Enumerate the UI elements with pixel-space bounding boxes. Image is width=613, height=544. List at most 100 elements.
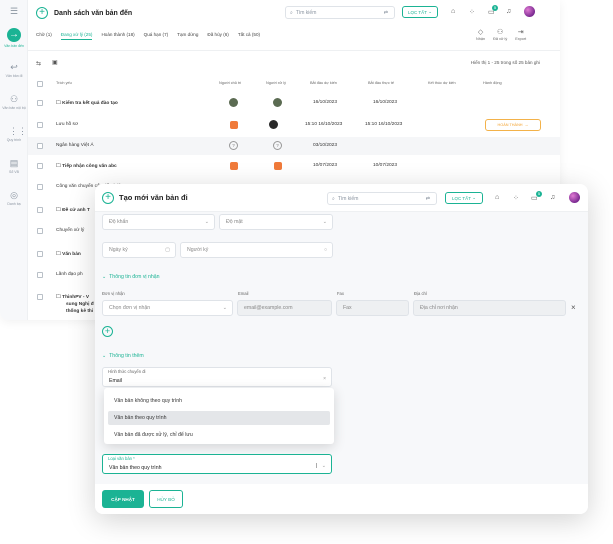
apps-icon[interactable]: ⁘ [469,8,475,16]
doc-type-select[interactable]: Loại văn bản * Văn bản theo quy trình | … [102,454,332,474]
sidebar: ☰ → Văn bản đến ↩ Văn bản đi ⚇ Văn bản nội … [0,0,28,320]
org-icon: ⚇ [9,94,19,104]
column-header: Hành động [483,81,502,85]
bell-icon[interactable]: ♫ [506,8,511,15]
table-row[interactable]: Ngân hàng Việt Á ? ? 03/10/2023 [28,137,560,155]
clear-icon: ⇄ [383,9,388,16]
row-checkbox[interactable] [37,294,43,300]
fax-label: Fax [337,291,344,296]
tab-done[interactable]: Hoàn thành (18) [101,32,134,40]
search-input[interactable]: ⌕ Tìm kiếm ⇄ [327,192,437,205]
home-icon[interactable]: ⌂ [451,8,455,15]
search-input[interactable]: ⌕ Tìm kiếm ⇄ [285,6,395,19]
search-icon: ⌕ [332,195,335,202]
table-row[interactable]: 🗀 Kiểm tra kết quả đào tạo 16/10/2023 16… [28,94,560,112]
column-header: Người xử lý [266,81,287,85]
home-icon[interactable]: ⌂ [495,194,499,201]
book-icon: ▤ [9,158,19,168]
row-checkbox[interactable] [37,228,43,234]
chevron-down-icon: ⌄ [222,305,227,311]
section-receiver-toggle[interactable]: ⌄ Thông tin đơn vị nhận [102,274,160,280]
update-button[interactable]: CẬP NHẬT [102,490,144,508]
export-button[interactable]: ⇥ Export [515,29,526,41]
columns-icon[interactable]: ▣ [52,59,58,66]
sidebar-item-internal[interactable]: ⚇ Văn bản nội bộ [0,94,28,110]
start-actual: 15:10 16/10/2023 [365,122,403,127]
remove-row-icon[interactable]: × [571,303,576,312]
start-actual: 10/07/2023 [373,163,398,168]
add-button[interactable]: + [36,7,48,19]
bell-icon[interactable]: ♫ [550,194,555,201]
fax-field[interactable]: Fax [336,300,409,316]
apps-icon[interactable]: ⁘ [513,194,519,202]
sidebar-item-book[interactable]: ▤ Sổ VB [0,158,28,174]
urgency-select[interactable]: Độ khẩn ⌄ [102,214,215,230]
row-checkbox[interactable] [37,272,43,278]
avatar[interactable] [524,6,535,17]
column-header: Bắt đầu thực tế [368,81,394,85]
row-checkbox[interactable] [37,163,43,169]
confidentiality-select[interactable]: Độ mật ⌄ [219,214,333,230]
receive-button[interactable]: ◇ Nhận [476,29,485,41]
email-label: Email [238,291,249,296]
row-title: 🗀 Kiểm tra kết quả đào tạo [56,101,118,106]
table-row[interactable]: Lưu hồ sơ 15:10 16/10/2023 15:10 16/10/2… [28,116,560,134]
filter-button[interactable]: LỌC TẤT ⌄ [445,192,483,204]
table-header: Trích yếu Người chủ trì Người xử lý Bắt … [28,78,560,90]
tab-paused[interactable]: Tạm dừng [177,32,198,40]
avatar[interactable] [569,192,580,203]
select-all-checkbox[interactable] [37,81,43,87]
address-field[interactable]: Địa chỉ nơi nhận [413,300,566,316]
sidebar-item-outgoing[interactable]: ↩ Văn bản đi [0,62,28,78]
status-tabs: Chờ (1) Đang xử lý (25) Hoàn thành (18) … [36,32,260,40]
tab-all[interactable]: Tất cả (50) [238,32,260,40]
dropdown-option[interactable]: Văn bản không theo quy trình [108,394,330,408]
avatar [229,98,238,107]
table-row[interactable]: 🗀 Tiếp nhận công văn abc 10/07/2023 10/0… [28,157,560,175]
filter-icon[interactable]: ⇆ [36,60,41,67]
row-checkbox[interactable] [37,184,43,190]
search-icon: ○ [323,247,327,253]
sidebar-item-label: Sổ VB [9,170,19,174]
divider [28,50,560,51]
sidebar-item-process[interactable]: ⋮⋮ Quy trình [0,126,28,142]
complete-button[interactable]: HOÀN THÀNH → [485,119,541,131]
filter-button[interactable]: LỌC TẤT ⌄ [402,6,438,18]
row-checkbox[interactable] [37,122,43,128]
sidebar-item-label: Danh bạ [7,202,21,206]
signer-field[interactable]: Người ký ○ [180,242,333,258]
email-field[interactable]: email@example.com [237,300,332,316]
add-receiver-button[interactable]: + [102,326,113,337]
sidebar-item-label: Văn bản nội bộ [2,106,26,110]
question-icon: ? [273,141,282,150]
dropdown-option[interactable]: Văn bản đã được xử lý, chỉ để lưu [108,428,330,442]
avatar [273,98,282,107]
dropdown-option[interactable]: Văn bản theo quy trình [108,411,330,425]
row-checkbox[interactable] [37,251,43,257]
user-icon [230,121,238,129]
processed-button[interactable]: ⚇ Đã xử lý [493,29,507,41]
transfer-method-select[interactable]: Hình thức chuyển đi Email × [102,367,332,387]
sidebar-item-contacts[interactable]: ◎ Danh bạ [0,190,28,206]
chevron-down-icon: ⌄ [321,463,326,469]
row-title: 🗀 ThinhPV - Vsung Nghị đ thống kê thi [56,295,94,314]
receiver-unit-select[interactable]: Chọn đơn vị nhận ⌄ [102,300,233,316]
sign-date-field[interactable]: Ngày ký ▢ [102,242,176,258]
add-icon[interactable]: + [102,192,114,204]
tab-overdue[interactable]: Quá hạn (7) [144,32,169,40]
section-more-toggle[interactable]: ⌄ Thông tin thêm [102,353,144,359]
tab-processing[interactable]: Đang xử lý (25) [60,32,93,40]
tab-cancelled[interactable]: Đã hủy (6) [207,32,228,40]
arrow-in-icon: → [7,28,21,42]
arrow-out-icon: ↩ [10,62,18,72]
tab-waiting[interactable]: Chờ (1) [36,32,52,40]
sidebar-menu-button[interactable]: ☰ [0,6,28,18]
cancel-button[interactable]: HỦY BỎ [149,490,183,508]
row-checkbox[interactable] [37,143,43,149]
chevron-down-icon: ⌄ [204,219,209,225]
row-title: 🗀 Văn bản [56,252,81,257]
row-checkbox[interactable] [37,100,43,106]
row-checkbox[interactable] [37,207,43,213]
sidebar-item-incoming[interactable]: → Văn bản đến [0,28,28,48]
avatar [269,120,278,129]
